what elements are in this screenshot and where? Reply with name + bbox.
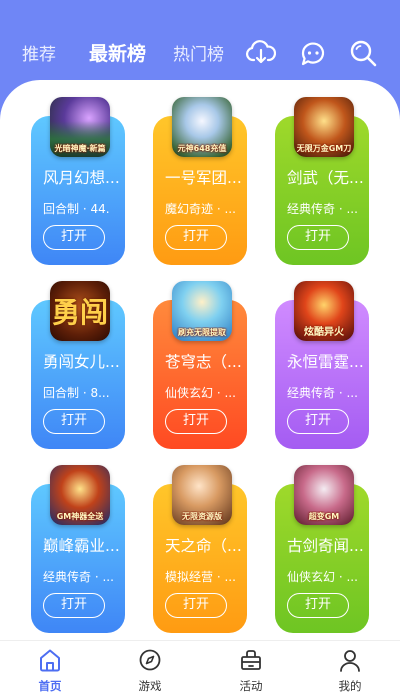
tab-recommend[interactable]: 推荐 [22, 40, 56, 65]
open-button[interactable]: 打开 [43, 593, 105, 618]
game-meta: 仙侠玄幻 · ... [287, 570, 358, 584]
game-card[interactable]: GM神器全送 巅峰霸业... 经典传奇 · ... 打开 [31, 465, 125, 633]
game-icon: GM神器全送 [50, 465, 110, 525]
gift-box-icon [241, 650, 261, 670]
chat-icon[interactable] [298, 39, 328, 67]
nav-games[interactable]: 游戏 [120, 647, 180, 694]
user-icon [340, 650, 360, 672]
game-list: 光暗神魔·新篇 风月幻想... 回合制 · 44. 打开 元神648充值 一号军… [0, 80, 400, 640]
search-icon[interactable] [348, 39, 378, 67]
tab-hot[interactable]: 热门榜 [173, 40, 224, 65]
game-name: 一号军团... [165, 169, 242, 187]
open-button[interactable]: 打开 [165, 225, 227, 250]
game-card[interactable]: 元神648充值 一号军团... 魔幻奇迹 · ... 打开 [153, 97, 247, 265]
bottom-nav: 首页 游戏 活动 我的 [0, 640, 400, 700]
game-meta: 经典传奇 · ... [43, 570, 114, 584]
game-meta: 魔幻奇迹 · ... [165, 202, 236, 216]
nav-games-label: 游戏 [138, 679, 162, 693]
game-icon: 刷充无限提取 [172, 281, 232, 341]
game-name: 苍穹志（... [165, 353, 242, 371]
game-name: 勇闯女儿... [43, 353, 120, 371]
game-icon: 勇闯 [50, 281, 110, 341]
nav-home-label: 首页 [38, 679, 62, 693]
game-card[interactable]: 光暗神魔·新篇 风月幻想... 回合制 · 44. 打开 [31, 97, 125, 265]
game-card[interactable]: 无限万金GM刀 剑武（无... 经典传奇 · ... 打开 [275, 97, 369, 265]
open-button[interactable]: 打开 [287, 593, 349, 618]
nav-mine[interactable]: 我的 [320, 647, 380, 694]
game-icon: 超变GM [294, 465, 354, 525]
nav-mine-label: 我的 [338, 679, 362, 693]
game-meta: 经典传奇 · ... [287, 386, 358, 400]
nav-home[interactable]: 首页 [20, 647, 80, 694]
open-button[interactable]: 打开 [287, 225, 349, 250]
game-meta: 仙侠玄幻 · ... [165, 386, 236, 400]
nav-events-label: 活动 [239, 679, 263, 693]
game-meta: 经典传奇 · ... [287, 202, 358, 216]
open-button[interactable]: 打开 [287, 409, 349, 434]
game-meta: 回合制 · 8... [43, 386, 110, 400]
game-icon: 无限万金GM刀 [294, 97, 354, 157]
download-icon[interactable] [246, 39, 277, 67]
game-name: 天之命（... [165, 537, 242, 555]
compass-icon [139, 649, 161, 671]
game-icon: 光暗神魔·新篇 [50, 97, 110, 157]
nav-events[interactable]: 活动 [221, 647, 281, 694]
game-icon: 无限资源版 [172, 465, 232, 525]
game-card[interactable]: 炫酷异火 永恒雷霆... 经典传奇 · ... 打开 [275, 281, 369, 449]
open-button[interactable]: 打开 [165, 409, 227, 434]
game-card[interactable]: 无限资源版 天之命（... 模拟经营 · ... 打开 [153, 465, 247, 633]
game-name: 剑武（无... [287, 169, 364, 187]
game-name: 古剑奇闻... [287, 537, 364, 555]
open-button[interactable]: 打开 [43, 225, 105, 250]
game-meta: 模拟经营 · ... [165, 570, 236, 584]
tab-newest[interactable]: 最新榜 [89, 39, 146, 66]
game-name: 巅峰霸业... [43, 537, 120, 555]
game-card[interactable]: 刷充无限提取 苍穹志（... 仙侠玄幻 · ... 打开 [153, 281, 247, 449]
game-icon: 炫酷异火 [294, 281, 354, 341]
game-card[interactable]: 超变GM 古剑奇闻... 仙侠玄幻 · ... 打开 [275, 465, 369, 633]
open-button[interactable]: 打开 [43, 409, 105, 434]
open-button[interactable]: 打开 [165, 593, 227, 618]
game-meta: 回合制 · 44. [43, 202, 110, 216]
game-icon: 元神648充值 [172, 97, 232, 157]
game-name: 风月幻想... [43, 169, 120, 187]
home-icon [40, 649, 60, 672]
game-name: 永恒雷霆... [287, 353, 364, 371]
game-card[interactable]: 勇闯 勇闯女儿... 回合制 · 8... 打开 [31, 281, 125, 449]
